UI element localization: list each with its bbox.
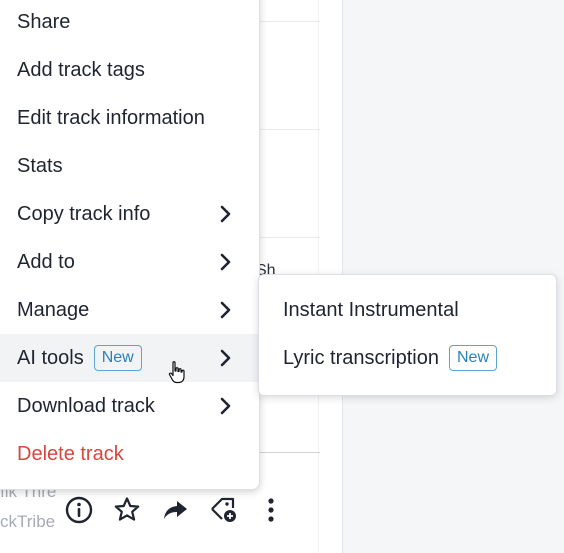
chevron-right-icon	[220, 205, 231, 223]
submenu-item-lyric-transcription[interactable]: Lyric transcription New	[259, 334, 556, 382]
chevron-right-icon	[220, 253, 231, 271]
more-vertical-icon[interactable]	[256, 495, 286, 525]
chevron-right-icon	[220, 301, 231, 319]
submenu-item-instant-instrumental[interactable]: Instant Instrumental	[259, 286, 556, 334]
menu-item-label: Manage	[17, 298, 90, 321]
background-row-divider	[258, 237, 320, 238]
menu-item-label: Share	[17, 10, 71, 33]
background-row-divider	[258, 129, 320, 130]
hand-cursor-icon	[168, 361, 185, 384]
menu-item-delete-track[interactable]: Delete track	[0, 430, 259, 478]
menu-item-add-to[interactable]: Add to	[0, 238, 259, 286]
menu-item-label: Edit track information	[17, 106, 205, 129]
submenu-item-label: Lyric transcription	[283, 346, 439, 369]
menu-item-ai-tools[interactable]: AI tools New	[0, 334, 259, 382]
menu-item-edit-track-information[interactable]: Edit track information	[0, 94, 259, 142]
add-tag-icon[interactable]	[208, 495, 238, 525]
star-icon[interactable]	[112, 495, 142, 525]
menu-item-label: Add to	[17, 250, 75, 273]
menu-item-label: Add track tags	[17, 58, 145, 81]
background-track-artist: ckTribe	[0, 512, 56, 531]
menu-item-add-track-tags[interactable]: Add track tags	[0, 46, 259, 94]
menu-item-label: Stats	[17, 154, 63, 177]
track-context-menu: Share Add track tags Edit track informat…	[0, 0, 260, 490]
menu-item-label: Delete track	[17, 442, 124, 465]
new-badge: New	[93, 345, 142, 371]
menu-item-label: AI tools	[17, 346, 84, 369]
ai-tools-submenu: Instant Instrumental Lyric transcription…	[258, 274, 557, 396]
chevron-right-icon	[220, 349, 231, 367]
menu-item-download-track[interactable]: Download track	[0, 382, 259, 430]
menu-item-copy-track-info[interactable]: Copy track info	[0, 190, 259, 238]
background-row-divider	[258, 452, 320, 453]
new-badge: New	[448, 345, 497, 371]
menu-item-stats[interactable]: Stats	[0, 142, 259, 190]
share-arrow-icon[interactable]	[160, 495, 190, 525]
info-icon[interactable]	[64, 495, 94, 525]
submenu-item-label: Instant Instrumental	[283, 298, 459, 321]
chevron-right-icon	[220, 397, 231, 415]
track-action-bar	[64, 490, 286, 530]
menu-item-label: Copy track info	[17, 202, 151, 225]
menu-item-label: Download track	[17, 394, 155, 417]
menu-item-manage[interactable]: Manage	[0, 286, 259, 334]
background-row-divider	[258, 21, 320, 22]
menu-item-share[interactable]: Share	[0, 0, 259, 46]
